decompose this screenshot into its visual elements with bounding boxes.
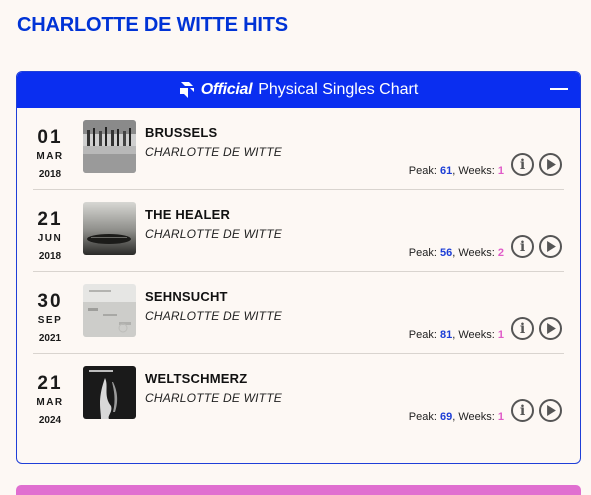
info-icon[interactable]: i	[511, 235, 534, 258]
chart-entry: 21 MAR 2024 WELTSCHMERZ CHARLOTTE DE WIT…	[33, 354, 564, 435]
peak-label: Peak:	[408, 411, 437, 423]
info-icon[interactable]: i	[511, 153, 534, 176]
peak-label: Peak:	[408, 329, 437, 341]
info-icon[interactable]: i	[511, 317, 534, 340]
entry-artist[interactable]: CHARLOTTE DE WITTE	[145, 391, 282, 405]
weeks-value: 1	[497, 165, 504, 177]
entry-date: 21 MAR 2024	[33, 374, 67, 426]
cover-brussels[interactable]	[83, 120, 136, 173]
entry-year: 2018	[38, 251, 62, 262]
peak-label: Peak:	[408, 165, 437, 177]
entry-date: 21 JUN 2018	[33, 210, 67, 262]
chart-name: Physical Singles Chart	[258, 81, 419, 98]
peak-value: 61	[439, 165, 453, 177]
page-title: CHARLOTTE DE WITTE HITS	[17, 14, 288, 36]
peak-value: 81	[439, 329, 453, 341]
info-icon[interactable]: i	[511, 399, 534, 422]
entry-day: 21	[37, 209, 63, 230]
weeks-label: Weeks:	[458, 329, 495, 341]
weeks-label: Weeks:	[458, 247, 495, 259]
entry-title[interactable]: SEHNSUCHT	[145, 289, 228, 304]
entry-stats: Peak: 81, Weeks: 1	[408, 329, 504, 341]
entry-month: JUN	[37, 233, 63, 244]
weeks-label: Weeks:	[458, 411, 495, 423]
weeks-value: 2	[497, 247, 504, 259]
play-icon[interactable]	[539, 235, 562, 258]
entry-stats: Peak: 61, Weeks: 1	[408, 165, 504, 177]
weeks-value: 1	[497, 411, 504, 423]
entry-stats: Peak: 56, Weeks: 2	[408, 247, 504, 259]
entry-title[interactable]: BRUSSELS	[145, 125, 217, 140]
play-icon[interactable]	[539, 399, 562, 422]
chart-card: Official Physical Singles Chart 01 MAR 2…	[16, 71, 581, 464]
peak-label: Peak:	[408, 247, 437, 259]
chart-entry: 01 MAR 2018 BRUSSELS CHARLOTTE DE WITTE …	[33, 108, 564, 190]
entry-month: SEP	[37, 315, 63, 326]
weeks-label: Weeks:	[458, 165, 495, 177]
chart-brand: Official Physical Singles Chart	[179, 81, 419, 99]
minus-icon[interactable]	[550, 88, 568, 90]
entry-artist[interactable]: CHARLOTTE DE WITTE	[145, 227, 282, 241]
weeks-value: 1	[497, 329, 504, 341]
entry-date: 01 MAR 2018	[33, 128, 67, 180]
chart-entry: 21 JUN 2018 THE HEALER CHARLOTTE DE WITT…	[33, 190, 564, 272]
peak-value: 56	[439, 247, 453, 259]
official-logo-icon	[179, 82, 194, 98]
peak-value: 69	[439, 411, 453, 423]
cover-weltschmerz[interactable]	[83, 366, 136, 419]
entry-year: 2018	[38, 169, 62, 180]
entry-title[interactable]: WELTSCHMERZ	[145, 371, 247, 386]
play-icon[interactable]	[539, 317, 562, 340]
cover-sehnsucht[interactable]	[83, 284, 136, 337]
entry-day: 30	[37, 291, 63, 312]
entry-title[interactable]: THE HEALER	[145, 207, 230, 222]
next-section-bar	[16, 485, 581, 495]
play-icon[interactable]	[539, 153, 562, 176]
entry-date: 30 SEP 2021	[33, 292, 67, 344]
entry-month: MAR	[36, 151, 64, 162]
entry-artist[interactable]: CHARLOTTE DE WITTE	[145, 145, 282, 159]
chart-header[interactable]: Official Physical Singles Chart	[17, 72, 580, 108]
brand-name: Official	[200, 81, 253, 98]
chart-entry: 30 SEP 2021 SEHNSUCHT CHARLOTTE DE WITTE	[33, 272, 564, 354]
entry-year: 2024	[38, 415, 62, 426]
entry-day: 01	[37, 127, 63, 148]
entry-month: MAR	[36, 397, 64, 408]
entry-day: 21	[37, 373, 63, 394]
entry-artist[interactable]: CHARLOTTE DE WITTE	[145, 309, 282, 323]
entry-stats: Peak: 69, Weeks: 1	[408, 411, 504, 423]
entry-year: 2021	[38, 333, 62, 344]
chart-entries: 01 MAR 2018 BRUSSELS CHARLOTTE DE WITTE …	[17, 108, 580, 435]
cover-the-healer[interactable]	[83, 202, 136, 255]
